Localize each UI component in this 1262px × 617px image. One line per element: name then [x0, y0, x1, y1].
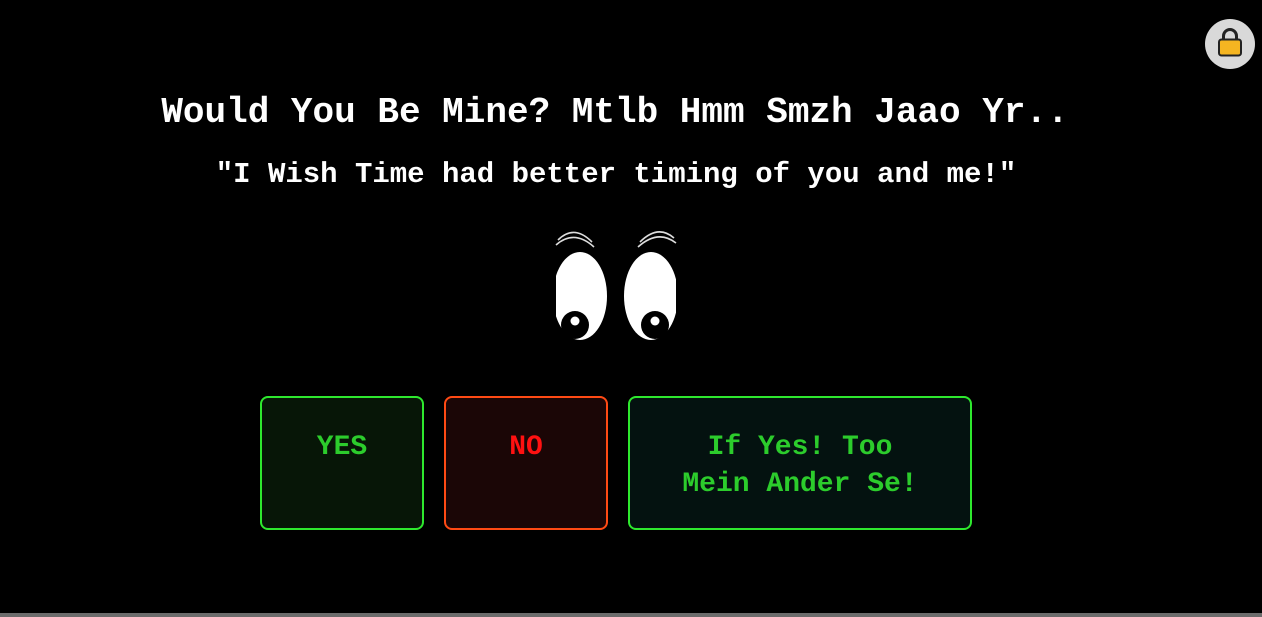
- no-button[interactable]: NO: [444, 396, 608, 530]
- lock-button[interactable]: [1205, 19, 1255, 69]
- no-button-label: NO: [509, 432, 543, 463]
- bottom-divider: [0, 613, 1262, 617]
- page-title: Would You Be Mine? Mtlb Hmm Smzh Jaao Yr…: [161, 92, 1069, 133]
- if-yes-button[interactable]: If Yes! Too Mein Ander Se!: [628, 396, 972, 530]
- lock-icon: [1217, 27, 1243, 62]
- if-yes-line-2: Mein Ander Se!: [682, 469, 918, 500]
- if-yes-line-1: If Yes! Too: [707, 432, 893, 463]
- cartoon-eyes-icon: [550, 222, 682, 346]
- yes-button[interactable]: YES: [260, 396, 424, 530]
- quote-text: "I Wish Time had better timing of you an…: [215, 158, 1017, 191]
- yes-button-label: YES: [316, 432, 368, 463]
